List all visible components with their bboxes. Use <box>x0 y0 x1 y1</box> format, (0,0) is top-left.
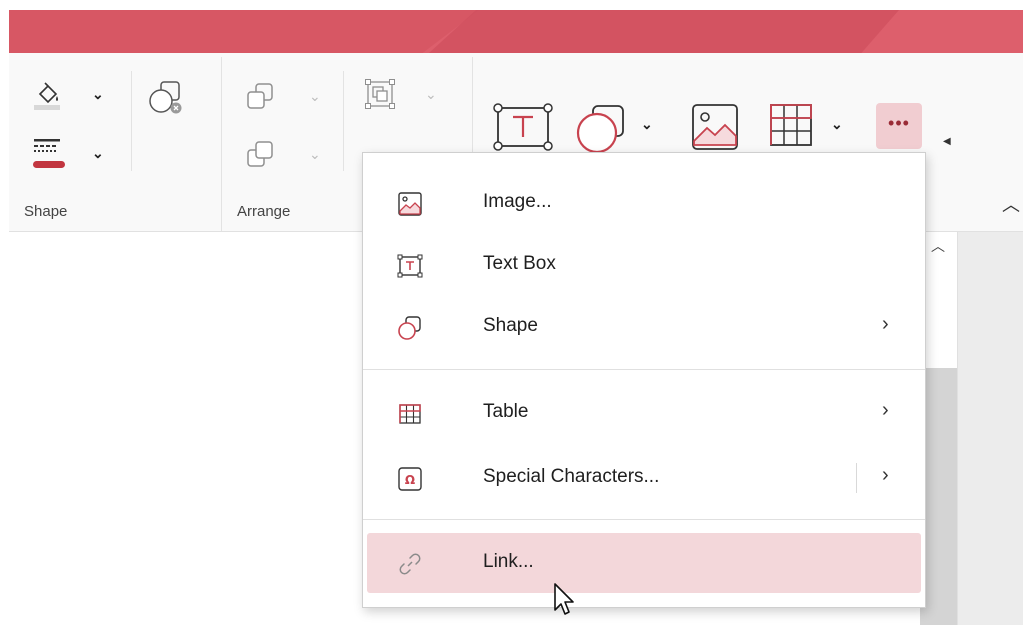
shape-icon <box>398 316 421 340</box>
menu-item-label: Image... <box>483 191 552 212</box>
line-style-icon[interactable] <box>31 133 67 173</box>
menu-item-label: Special Characters... <box>483 466 660 487</box>
image-icon <box>398 192 422 216</box>
shape-effects-icon[interactable] <box>147 79 187 115</box>
image-icon[interactable] <box>689 101 741 153</box>
fill-color-dropdown[interactable]: ⌄ <box>92 86 104 103</box>
table-icon[interactable] <box>767 101 817 151</box>
bring-forward-dropdown[interactable]: ⌄ <box>309 88 321 105</box>
shape-icon[interactable] <box>575 103 631 155</box>
text-box-icon[interactable] <box>491 102 555 152</box>
divider <box>131 71 132 171</box>
send-backward-icon[interactable] <box>244 139 276 171</box>
omega-icon: Ω <box>398 467 422 491</box>
shape-dropdown[interactable]: ⌄ <box>641 116 653 133</box>
table-icon <box>399 404 421 424</box>
menu-separator <box>363 519 925 520</box>
submenu-chevron-icon: › <box>882 313 889 335</box>
menu-item-label: Shape <box>483 315 538 336</box>
collapse-ribbon-icon[interactable]: ︿ <box>1002 191 1020 217</box>
menu-item-label: Link... <box>483 551 534 572</box>
send-backward-dropdown[interactable]: ⌄ <box>309 146 321 163</box>
text-box-icon <box>397 254 423 278</box>
menu-item-shape[interactable]: Shape › <box>367 297 921 357</box>
group-objects-dropdown[interactable]: ⌄ <box>425 86 437 103</box>
menu-item-image[interactable]: Image... <box>367 173 921 233</box>
menu-separator <box>363 369 925 370</box>
bring-forward-icon[interactable] <box>244 81 276 113</box>
svg-text:Ω: Ω <box>405 473 415 487</box>
menu-item-text-box[interactable]: Text Box <box>367 235 921 295</box>
scroll-left-arrow-icon[interactable]: ◀ <box>943 136 951 147</box>
line-style-dropdown[interactable]: ⌄ <box>92 145 104 162</box>
title-bar-decoration <box>9 10 479 53</box>
link-icon <box>399 553 421 575</box>
menu-item-special-characters[interactable]: Ω Special Characters... › <box>367 448 921 508</box>
shape-group: ⌄ ⌄ Shape <box>9 53 221 231</box>
group-objects-icon[interactable] <box>364 79 398 111</box>
divider <box>343 71 344 171</box>
menu-item-table[interactable]: Table › <box>367 383 921 443</box>
table-dropdown[interactable]: ⌄ <box>831 116 843 133</box>
menu-item-link[interactable]: Link... <box>367 533 921 593</box>
menu-item-label: Table <box>483 401 529 422</box>
fill-color-icon[interactable] <box>31 81 63 111</box>
side-pane <box>957 232 1023 625</box>
submenu-chevron-icon: › <box>882 399 889 421</box>
mouse-pointer-icon <box>554 583 574 615</box>
title-bar <box>9 10 1023 53</box>
more-insert-button[interactable]: ••• <box>876 103 922 149</box>
insert-menu: Image... Text Box Shape › Table › Ω Spec… <box>362 152 926 608</box>
arrange-group-label: Arrange <box>237 203 291 220</box>
menu-item-label: Text Box <box>483 253 556 274</box>
shape-group-label: Shape <box>24 203 68 220</box>
split-divider <box>856 463 857 493</box>
submenu-chevron-icon[interactable]: › <box>882 464 889 487</box>
title-bar-decoration <box>429 10 899 53</box>
scroll-up-icon[interactable]: ︿ <box>931 236 945 256</box>
